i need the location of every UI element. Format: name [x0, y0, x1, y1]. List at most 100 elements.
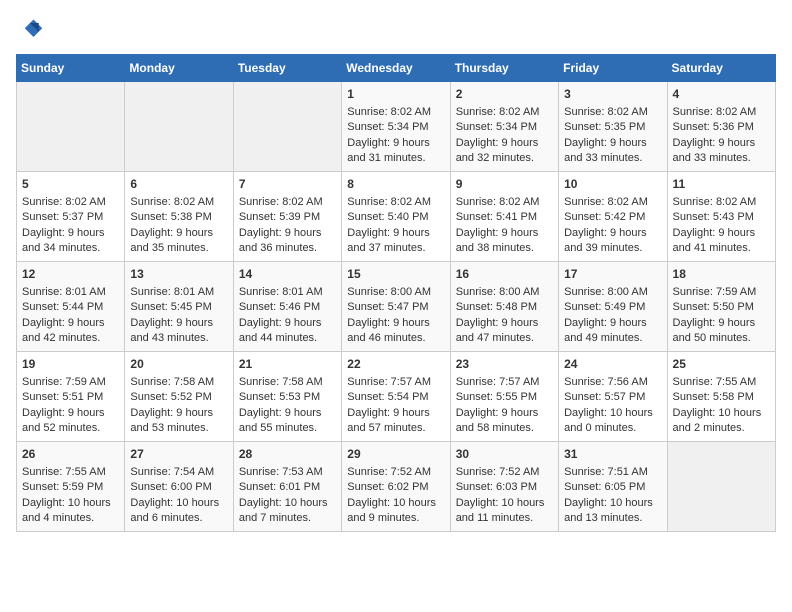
sunset-text: Sunset: 5:57 PM: [564, 390, 661, 405]
calendar-day-cell: [233, 82, 341, 172]
daylight-text: Daylight: 9 hours and 44 minutes.: [239, 316, 336, 347]
calendar-day-cell: 26Sunrise: 7:55 AMSunset: 5:59 PMDayligh…: [17, 442, 125, 532]
day-number: 9: [456, 176, 553, 193]
calendar-day-cell: 21Sunrise: 7:58 AMSunset: 5:53 PMDayligh…: [233, 352, 341, 442]
sunset-text: Sunset: 5:35 PM: [564, 120, 661, 135]
calendar-day-cell: 2Sunrise: 8:02 AMSunset: 5:34 PMDaylight…: [450, 82, 558, 172]
sunset-text: Sunset: 5:40 PM: [347, 210, 444, 225]
sunrise-text: Sunrise: 7:51 AM: [564, 465, 661, 480]
sunset-text: Sunset: 5:50 PM: [673, 300, 770, 315]
sunset-text: Sunset: 5:49 PM: [564, 300, 661, 315]
daylight-text: Daylight: 10 hours and 6 minutes.: [130, 496, 227, 527]
sunset-text: Sunset: 5:48 PM: [456, 300, 553, 315]
sunset-text: Sunset: 5:42 PM: [564, 210, 661, 225]
calendar-day-cell: 1Sunrise: 8:02 AMSunset: 5:34 PMDaylight…: [342, 82, 450, 172]
calendar-day-cell: 9Sunrise: 8:02 AMSunset: 5:41 PMDaylight…: [450, 172, 558, 262]
day-number: 3: [564, 86, 661, 103]
daylight-text: Daylight: 9 hours and 58 minutes.: [456, 406, 553, 437]
sunrise-text: Sunrise: 8:00 AM: [456, 285, 553, 300]
sunrise-text: Sunrise: 8:02 AM: [564, 105, 661, 120]
sunset-text: Sunset: 6:05 PM: [564, 480, 661, 495]
sunrise-text: Sunrise: 8:02 AM: [347, 195, 444, 210]
calendar-day-cell: 27Sunrise: 7:54 AMSunset: 6:00 PMDayligh…: [125, 442, 233, 532]
day-number: 4: [673, 86, 770, 103]
sunrise-text: Sunrise: 7:57 AM: [456, 375, 553, 390]
sunrise-text: Sunrise: 8:02 AM: [564, 195, 661, 210]
daylight-text: Daylight: 9 hours and 33 minutes.: [564, 136, 661, 167]
calendar-day-cell: 11Sunrise: 8:02 AMSunset: 5:43 PMDayligh…: [667, 172, 775, 262]
sunrise-text: Sunrise: 8:02 AM: [130, 195, 227, 210]
weekday-header: Monday: [125, 55, 233, 82]
calendar-day-cell: 12Sunrise: 8:01 AMSunset: 5:44 PMDayligh…: [17, 262, 125, 352]
calendar-day-cell: 23Sunrise: 7:57 AMSunset: 5:55 PMDayligh…: [450, 352, 558, 442]
daylight-text: Daylight: 9 hours and 32 minutes.: [456, 136, 553, 167]
calendar-day-cell: [125, 82, 233, 172]
calendar-day-cell: 24Sunrise: 7:56 AMSunset: 5:57 PMDayligh…: [559, 352, 667, 442]
daylight-text: Daylight: 9 hours and 47 minutes.: [456, 316, 553, 347]
day-number: 5: [22, 176, 119, 193]
daylight-text: Daylight: 9 hours and 46 minutes.: [347, 316, 444, 347]
calendar-day-cell: 19Sunrise: 7:59 AMSunset: 5:51 PMDayligh…: [17, 352, 125, 442]
sunrise-text: Sunrise: 8:02 AM: [347, 105, 444, 120]
daylight-text: Daylight: 9 hours and 49 minutes.: [564, 316, 661, 347]
daylight-text: Daylight: 10 hours and 4 minutes.: [22, 496, 119, 527]
sunset-text: Sunset: 5:45 PM: [130, 300, 227, 315]
day-number: 2: [456, 86, 553, 103]
sunset-text: Sunset: 5:38 PM: [130, 210, 227, 225]
calendar-week-row: 1Sunrise: 8:02 AMSunset: 5:34 PMDaylight…: [17, 82, 776, 172]
weekday-header-row: SundayMondayTuesdayWednesdayThursdayFrid…: [17, 55, 776, 82]
sunrise-text: Sunrise: 7:55 AM: [673, 375, 770, 390]
daylight-text: Daylight: 10 hours and 2 minutes.: [673, 406, 770, 437]
sunrise-text: Sunrise: 8:02 AM: [673, 195, 770, 210]
sunrise-text: Sunrise: 7:52 AM: [456, 465, 553, 480]
daylight-text: Daylight: 9 hours and 43 minutes.: [130, 316, 227, 347]
sunrise-text: Sunrise: 7:54 AM: [130, 465, 227, 480]
day-number: 31: [564, 446, 661, 463]
sunrise-text: Sunrise: 7:57 AM: [347, 375, 444, 390]
day-number: 15: [347, 266, 444, 283]
sunset-text: Sunset: 5:58 PM: [673, 390, 770, 405]
sunrise-text: Sunrise: 8:02 AM: [22, 195, 119, 210]
sunrise-text: Sunrise: 7:56 AM: [564, 375, 661, 390]
calendar-day-cell: 22Sunrise: 7:57 AMSunset: 5:54 PMDayligh…: [342, 352, 450, 442]
day-number: 30: [456, 446, 553, 463]
logo: [16, 16, 48, 44]
daylight-text: Daylight: 9 hours and 35 minutes.: [130, 226, 227, 257]
sunrise-text: Sunrise: 8:02 AM: [456, 105, 553, 120]
daylight-text: Daylight: 9 hours and 41 minutes.: [673, 226, 770, 257]
sunset-text: Sunset: 5:37 PM: [22, 210, 119, 225]
sunrise-text: Sunrise: 7:58 AM: [239, 375, 336, 390]
daylight-text: Daylight: 9 hours and 55 minutes.: [239, 406, 336, 437]
day-number: 25: [673, 356, 770, 373]
day-number: 29: [347, 446, 444, 463]
day-number: 20: [130, 356, 227, 373]
sunset-text: Sunset: 5:34 PM: [347, 120, 444, 135]
day-number: 12: [22, 266, 119, 283]
sunset-text: Sunset: 5:59 PM: [22, 480, 119, 495]
sunrise-text: Sunrise: 8:00 AM: [347, 285, 444, 300]
day-number: 17: [564, 266, 661, 283]
sunrise-text: Sunrise: 7:59 AM: [22, 375, 119, 390]
calendar-day-cell: 10Sunrise: 8:02 AMSunset: 5:42 PMDayligh…: [559, 172, 667, 262]
sunrise-text: Sunrise: 8:01 AM: [22, 285, 119, 300]
daylight-text: Daylight: 9 hours and 57 minutes.: [347, 406, 444, 437]
day-number: 8: [347, 176, 444, 193]
day-number: 10: [564, 176, 661, 193]
calendar-day-cell: 28Sunrise: 7:53 AMSunset: 6:01 PMDayligh…: [233, 442, 341, 532]
sunrise-text: Sunrise: 7:52 AM: [347, 465, 444, 480]
calendar-week-row: 12Sunrise: 8:01 AMSunset: 5:44 PMDayligh…: [17, 262, 776, 352]
calendar-day-cell: 31Sunrise: 7:51 AMSunset: 6:05 PMDayligh…: [559, 442, 667, 532]
daylight-text: Daylight: 9 hours and 53 minutes.: [130, 406, 227, 437]
sunrise-text: Sunrise: 8:02 AM: [456, 195, 553, 210]
calendar-day-cell: 13Sunrise: 8:01 AMSunset: 5:45 PMDayligh…: [125, 262, 233, 352]
weekday-header: Friday: [559, 55, 667, 82]
day-number: 11: [673, 176, 770, 193]
daylight-text: Daylight: 9 hours and 52 minutes.: [22, 406, 119, 437]
calendar-day-cell: 14Sunrise: 8:01 AMSunset: 5:46 PMDayligh…: [233, 262, 341, 352]
daylight-text: Daylight: 9 hours and 38 minutes.: [456, 226, 553, 257]
day-number: 1: [347, 86, 444, 103]
weekday-header: Wednesday: [342, 55, 450, 82]
calendar-day-cell: 25 Sunrise: 7:55 AMSunset: 5:58 PMDayligh…: [667, 352, 775, 442]
calendar-day-cell: [667, 442, 775, 532]
daylight-text: Daylight: 9 hours and 34 minutes.: [22, 226, 119, 257]
